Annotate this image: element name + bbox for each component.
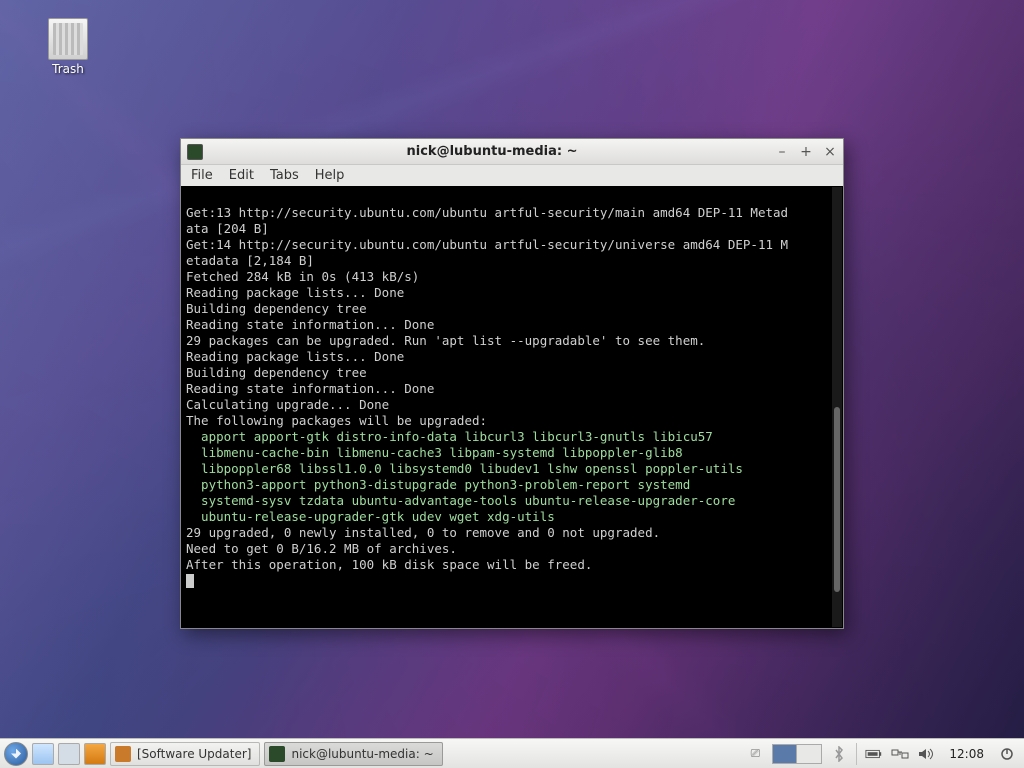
trash-icon xyxy=(48,18,88,60)
terminal-line: Building dependency tree xyxy=(186,301,367,316)
terminal-line: After this operation, 100 kB disk space … xyxy=(186,557,592,572)
terminal-line: 29 packages can be upgraded. Run 'apt li… xyxy=(186,333,705,348)
trash-label: Trash xyxy=(38,62,98,76)
task-label: nick@lubuntu-media: ~ xyxy=(291,747,433,761)
menu-help[interactable]: Help xyxy=(315,168,345,183)
terminal-line: etadata [2,184 B] xyxy=(186,253,314,268)
terminal-line: Calculating upgrade... Done xyxy=(186,397,389,412)
terminal-line: Get:14 http://security.ubuntu.com/ubuntu… xyxy=(186,237,788,252)
workspace-2[interactable] xyxy=(797,745,821,763)
window-titlebar[interactable]: nick@lubuntu-media: ~ – + × xyxy=(181,139,843,165)
maximize-button[interactable]: + xyxy=(799,144,813,160)
terminal-scrollbar[interactable] xyxy=(832,187,842,627)
clock[interactable]: 12:08 xyxy=(943,747,990,761)
terminal-line: Get:13 http://security.ubuntu.com/ubuntu… xyxy=(186,205,788,220)
terminal-window: nick@lubuntu-media: ~ – + × File Edit Ta… xyxy=(180,138,844,629)
menu-edit[interactable]: Edit xyxy=(229,168,254,183)
terminal-line: ubuntu-release-upgrader-gtk udev wget xd… xyxy=(186,509,555,524)
menu-tabs[interactable]: Tabs xyxy=(270,168,299,183)
trash-desktop-icon[interactable]: Trash xyxy=(38,18,98,76)
system-tray: ⎚ 12:08 xyxy=(742,743,1020,765)
minimize-button[interactable]: – xyxy=(775,144,789,160)
terminal-line: python3-apport python3-distupgrade pytho… xyxy=(186,477,690,492)
software-updater-icon xyxy=(115,746,131,762)
terminal-app-icon xyxy=(187,144,203,160)
terminal-line: Reading package lists... Done xyxy=(186,349,404,364)
terminal-line: The following packages will be upgraded: xyxy=(186,413,487,428)
terminal-line: Building dependency tree xyxy=(186,365,367,380)
taskbar: [Software Updater] nick@lubuntu-media: ~… xyxy=(0,738,1024,768)
terminal-cursor xyxy=(186,574,194,588)
task-terminal[interactable]: nick@lubuntu-media: ~ xyxy=(264,742,442,766)
terminal-line: libpoppler68 libssl1.0.0 libsystemd0 lib… xyxy=(186,461,743,476)
launcher-icon[interactable] xyxy=(84,743,106,765)
terminal-line: libmenu-cache-bin libmenu-cache3 libpam-… xyxy=(186,445,683,460)
workspace-1[interactable] xyxy=(773,745,797,763)
shutdown-icon[interactable] xyxy=(998,745,1016,763)
file-manager-launcher-icon[interactable] xyxy=(32,743,54,765)
terminal-line: Reading state information... Done xyxy=(186,381,434,396)
terminal-output[interactable]: Get:13 http://security.ubuntu.com/ubuntu… xyxy=(181,186,843,628)
terminal-line: Reading package lists... Done xyxy=(186,285,404,300)
terminal-icon xyxy=(269,746,285,762)
terminal-line: Reading state information... Done xyxy=(186,317,434,332)
terminal-line: ata [204 B] xyxy=(186,221,269,236)
menu-file[interactable]: File xyxy=(191,168,213,183)
menubar: File Edit Tabs Help xyxy=(181,165,843,186)
terminal-line: Need to get 0 B/16.2 MB of archives. xyxy=(186,541,457,556)
task-label: [Software Updater] xyxy=(137,747,251,761)
tray-icon[interactable]: ⎚ xyxy=(746,745,764,763)
start-menu-button[interactable] xyxy=(4,742,28,766)
launcher-icon[interactable] xyxy=(58,743,80,765)
battery-icon[interactable] xyxy=(865,745,883,763)
terminal-line: systemd-sysv tzdata ubuntu-advantage-too… xyxy=(186,493,735,508)
window-title: nick@lubuntu-media: ~ xyxy=(209,144,775,159)
terminal-line: apport apport-gtk distro-info-data libcu… xyxy=(186,429,713,444)
bluetooth-icon[interactable] xyxy=(830,745,848,763)
terminal-line: 29 upgraded, 0 newly installed, 0 to rem… xyxy=(186,525,660,540)
workspace-pager[interactable] xyxy=(772,744,822,764)
terminal-line: Fetched 284 kB in 0s (413 kB/s) xyxy=(186,269,419,284)
close-button[interactable]: × xyxy=(823,144,837,160)
task-software-updater[interactable]: [Software Updater] xyxy=(110,742,260,766)
tray-divider xyxy=(856,743,857,765)
volume-icon[interactable] xyxy=(917,745,935,763)
network-icon[interactable] xyxy=(891,745,909,763)
